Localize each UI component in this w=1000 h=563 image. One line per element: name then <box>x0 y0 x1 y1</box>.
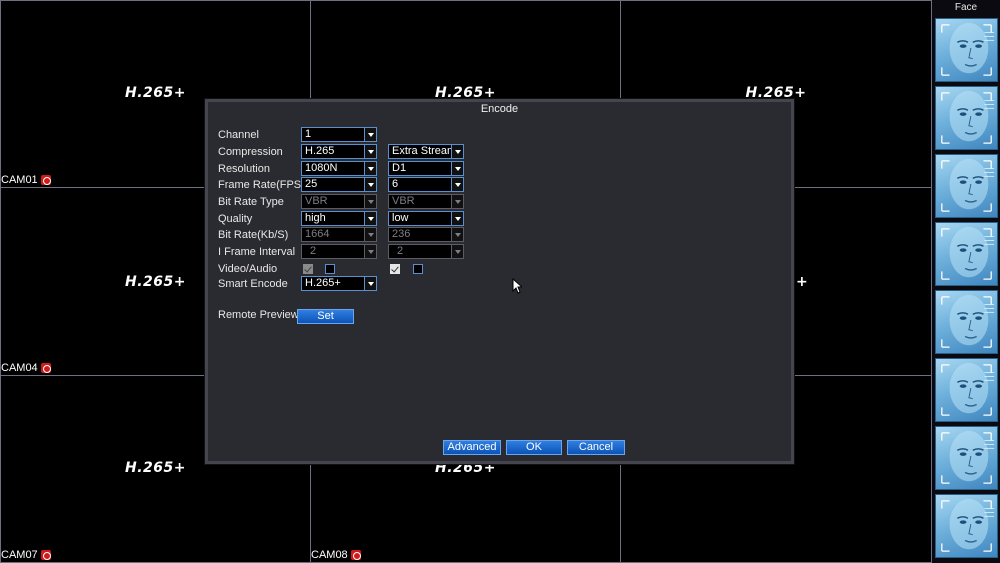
face-panel-title: Face <box>954 2 978 13</box>
dropdown-arrow-icon <box>364 195 376 208</box>
main-audio-checkbox[interactable] <box>325 264 335 274</box>
face-image-icon <box>941 90 995 144</box>
extra-bit-rate-type-select: VBR <box>388 194 464 209</box>
extra-audio-checkbox[interactable] <box>413 264 423 274</box>
main-bit-rate-type-value: VBR <box>305 195 328 207</box>
face-panel: Face <box>932 0 1000 563</box>
stream-type-value: Extra Stream <box>392 145 457 157</box>
extra-bit-rate-select: 236 <box>388 227 464 242</box>
frame-rate-label: Frame Rate(FPS) <box>218 179 305 191</box>
bit-rate-label: Bit Rate(Kb/S) <box>218 229 289 241</box>
set-button[interactable]: Set <box>297 309 354 324</box>
face-image-icon <box>941 22 995 76</box>
codec-label: + <box>796 274 809 290</box>
extra-resolution-select[interactable]: D1 <box>388 161 464 176</box>
dropdown-arrow-icon <box>451 162 463 175</box>
face-thumbnail[interactable] <box>935 494 998 558</box>
compression-label: Compression <box>218 146 283 158</box>
face-image-icon <box>941 226 995 280</box>
smart-encode-select[interactable]: H.265+ <box>301 276 377 291</box>
smart-encode-value: H.265+ <box>305 277 341 289</box>
extra-video-checkbox[interactable] <box>390 264 400 274</box>
extra-i-frame-interval-value: 2 <box>397 245 404 257</box>
bit-rate-type-label: Bit Rate Type <box>218 196 284 208</box>
face-image-icon <box>941 498 995 552</box>
channel-label: Channel <box>218 129 259 141</box>
extra-i-frame-interval-select: 2 <box>388 244 464 259</box>
camera-name: CAM07 <box>1 549 51 561</box>
channel-value: 1 <box>305 128 312 140</box>
face-thumbnail[interactable] <box>935 86 998 150</box>
record-icon <box>350 550 361 560</box>
dropdown-arrow-icon <box>451 145 463 158</box>
record-icon <box>40 550 51 560</box>
dropdown-arrow-icon <box>451 228 463 241</box>
face-image-icon <box>941 294 995 348</box>
resolution-label: Resolution <box>218 163 270 175</box>
face-thumbnail[interactable] <box>935 426 998 490</box>
face-image-icon <box>941 430 995 484</box>
smart-encode-label: Smart Encode <box>218 278 288 290</box>
extra-quality-select[interactable]: low <box>388 211 464 226</box>
cancel-button[interactable]: Cancel <box>567 440 625 455</box>
main-i-frame-interval-value: 2 <box>310 245 317 257</box>
main-resolution-select[interactable]: 1080N <box>301 161 377 176</box>
dropdown-arrow-icon <box>364 245 376 258</box>
quality-label: Quality <box>218 213 253 225</box>
stream-type-select[interactable]: Extra Stream <box>388 144 464 159</box>
dropdown-arrow-icon <box>451 245 463 258</box>
dropdown-arrow-icon <box>364 277 376 290</box>
main-frame-rate-value: 25 <box>305 178 318 190</box>
dropdown-arrow-icon <box>451 178 463 191</box>
video-audio-label: Video/Audio <box>218 263 278 275</box>
dropdown-arrow-icon <box>364 145 376 158</box>
face-thumbnail[interactable] <box>935 154 998 218</box>
extra-frame-rate-select[interactable]: 6 <box>388 177 464 192</box>
dialog-title: Encode <box>480 103 519 115</box>
main-quality-value: high <box>305 212 326 224</box>
dropdown-arrow-icon <box>364 128 376 141</box>
dropdown-arrow-icon <box>451 195 463 208</box>
camera-name: CAM01 <box>1 174 51 186</box>
i-frame-interval-label: I Frame Interval <box>218 246 296 258</box>
compression-select[interactable]: H.265 <box>301 144 377 159</box>
main-frame-rate-select[interactable]: 25 <box>301 177 377 192</box>
dropdown-arrow-icon <box>364 228 376 241</box>
camera-name: CAM08 <box>311 549 361 561</box>
ok-button[interactable]: OK <box>506 440 562 455</box>
face-thumbnail[interactable] <box>935 290 998 354</box>
remote-preview-label: Remote Preview <box>218 309 299 321</box>
main-bit-rate-type-select: VBR <box>301 194 377 209</box>
face-image-icon <box>941 158 995 212</box>
camera-name: CAM04 <box>1 362 51 374</box>
dropdown-arrow-icon <box>364 162 376 175</box>
record-icon <box>40 363 51 373</box>
extra-bit-rate-type-value: VBR <box>392 195 415 207</box>
extra-resolution-value: D1 <box>392 162 407 174</box>
main-i-frame-interval-select: 2 <box>301 244 377 259</box>
mouse-cursor-icon <box>512 278 522 294</box>
main-bit-rate-select: 1664 <box>301 227 377 242</box>
advanced-button[interactable]: Advanced <box>443 440 501 455</box>
main-video-checkbox <box>303 264 313 274</box>
face-thumbnail[interactable] <box>935 222 998 286</box>
main-bit-rate-value: 1664 <box>305 228 330 240</box>
face-image-icon <box>941 362 995 416</box>
extra-frame-rate-value: 6 <box>392 178 399 190</box>
dropdown-arrow-icon <box>364 212 376 225</box>
dropdown-arrow-icon <box>364 178 376 191</box>
face-thumbnail[interactable] <box>935 18 998 82</box>
extra-bit-rate-value: 236 <box>392 228 411 240</box>
encode-dialog: Encode Channel Compression Resolution Fr… <box>205 99 794 464</box>
dropdown-arrow-icon <box>451 212 463 225</box>
record-icon <box>40 175 51 185</box>
face-thumbnail[interactable] <box>935 358 998 422</box>
main-resolution-value: 1080N <box>305 162 338 174</box>
main-quality-select[interactable]: high <box>301 211 377 226</box>
compression-value: H.265 <box>305 145 335 157</box>
extra-quality-value: low <box>392 212 409 224</box>
channel-select[interactable]: 1 <box>301 127 377 142</box>
